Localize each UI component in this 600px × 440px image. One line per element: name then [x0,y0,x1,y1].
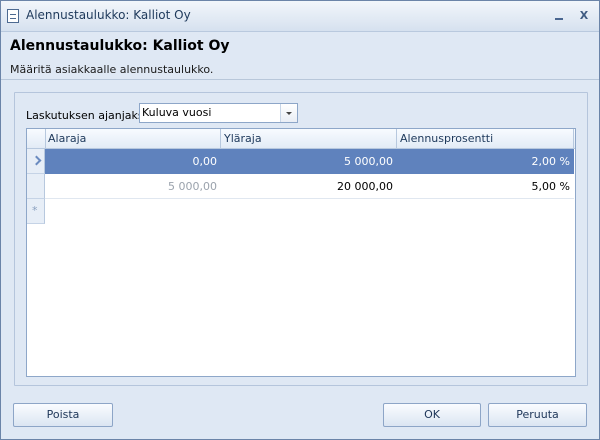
row-indicator-header [27,129,46,148]
minimize-button[interactable] [549,7,569,25]
table-row[interactable]: 5 000,00 20 000,00 5,00 % [27,174,575,199]
chevron-down-icon[interactable] [280,104,297,122]
cell-ylaraja[interactable]: 20 000,00 [221,174,397,199]
title-bar[interactable]: Alennustaulukko: Kalliot Oy X [1,1,599,32]
table-row[interactable]: 0,00 5 000,00 2,00 % [27,149,575,174]
dialog-footer: Poista OK Peruuta [1,390,599,439]
new-row[interactable]: * [27,199,575,224]
column-header-alennusprosentti[interactable]: Alennusprosentti [397,129,574,148]
close-button[interactable]: X [574,7,594,25]
new-row-indicator: * [27,199,45,224]
period-label: Laskutuksen ajanjakso [26,109,151,122]
column-header-ylaraja[interactable]: Yläraja [221,129,397,148]
dialog-header: Alennustaulukko: Kalliot Oy Määritä asia… [1,32,599,79]
discount-group: Laskutuksen ajanjakso Kuluva vuosi Alara… [14,92,588,386]
cell-alennusprosentti[interactable]: 5,00 % [397,174,574,199]
dialog-window: Alennustaulukko: Kalliot Oy X Alennustau… [0,0,600,440]
cell-ylaraja[interactable]: 5 000,00 [221,149,397,174]
page-subtitle: Määritä asiakkaalle alennustaulukko. [10,63,214,76]
ok-button[interactable]: OK [383,403,481,427]
page-title: Alennustaulukko: Kalliot Oy [10,38,230,54]
row-pointer-icon [27,149,45,174]
discount-grid[interactable]: Alaraja Yläraja Alennusprosentti 0,00 5 … [26,128,576,377]
cell-alennusprosentti[interactable]: 2,00 % [397,149,574,174]
new-row-star-icon: * [32,204,38,217]
cancel-button[interactable]: Peruuta [488,403,587,427]
cell-alaraja[interactable]: 0,00 [45,149,221,174]
grid-header: Alaraja Yläraja Alennusprosentti [27,129,575,149]
document-icon [7,9,19,23]
row-indicator [27,174,45,199]
period-select[interactable]: Kuluva vuosi [139,103,298,123]
delete-button[interactable]: Poista [13,403,113,427]
window-title: Alennustaulukko: Kalliot Oy [26,8,191,22]
content-area: Laskutuksen ajanjakso Kuluva vuosi Alara… [1,79,599,391]
column-header-alaraja[interactable]: Alaraja [45,129,221,148]
cell-alaraja[interactable]: 5 000,00 [45,174,221,199]
period-select-value: Kuluva vuosi [142,106,212,119]
